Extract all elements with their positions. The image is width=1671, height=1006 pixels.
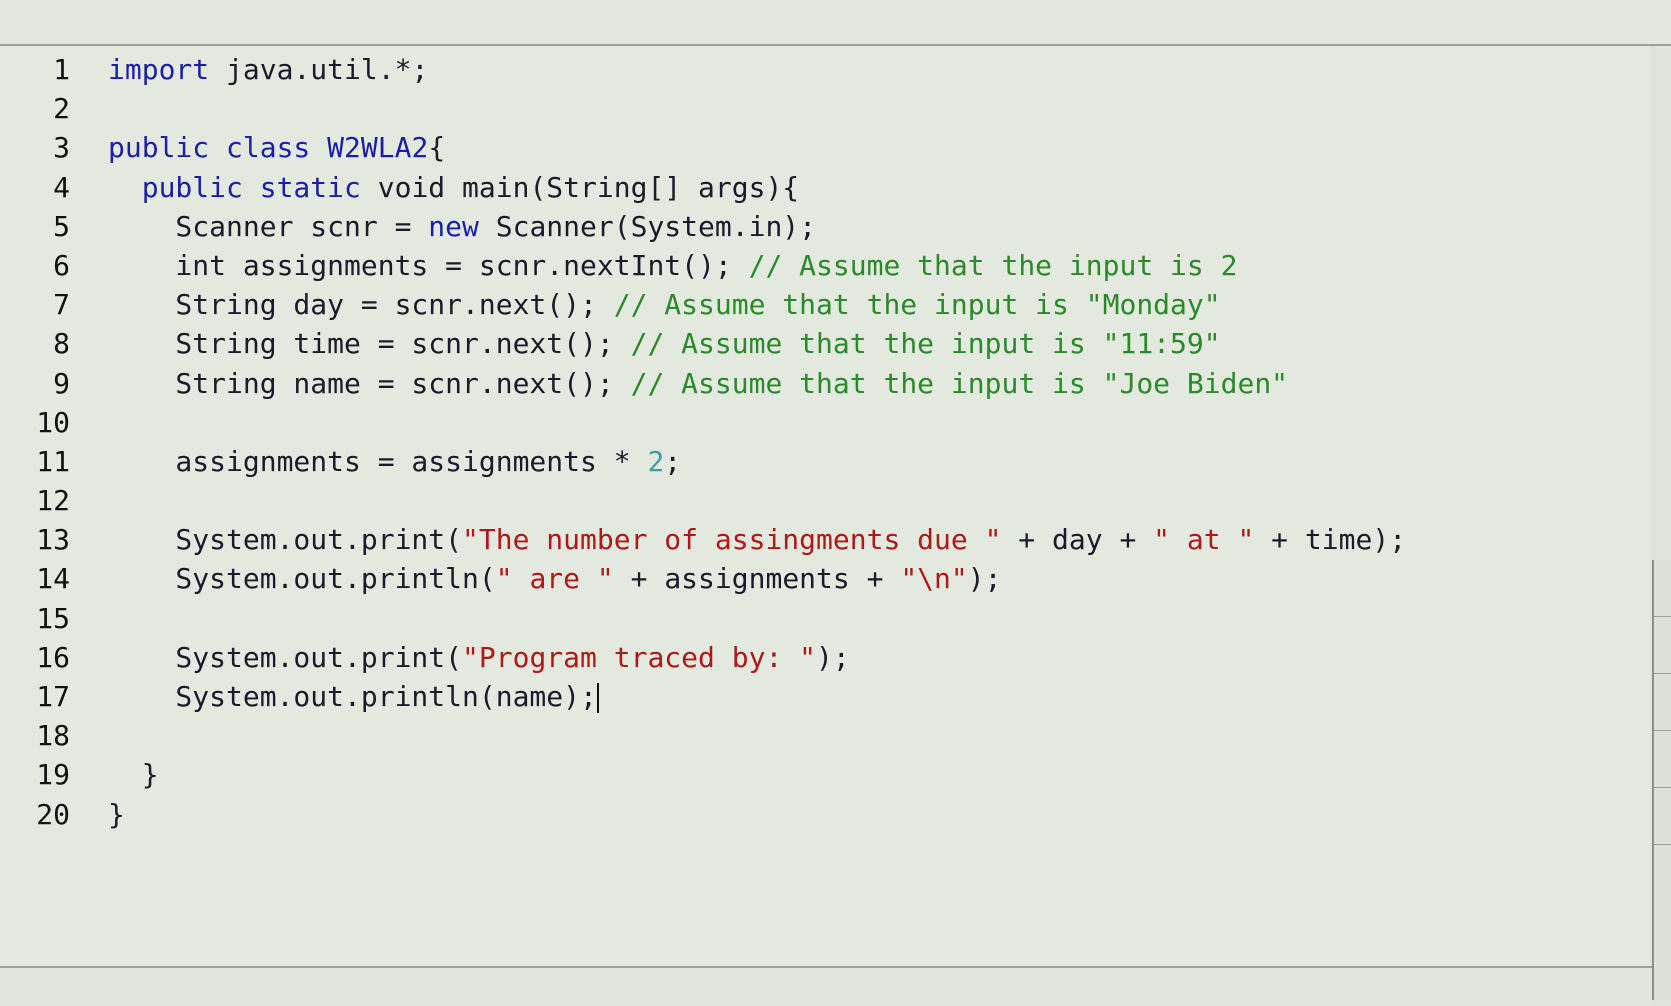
code-line[interactable]: assignments = assignments * 2; (108, 442, 1650, 481)
comment-token: // Assume that the input is 2 (748, 248, 1238, 282)
side-panel (1652, 560, 1671, 1000)
code-line[interactable]: String name = scnr.next(); // Assume tha… (108, 364, 1650, 403)
keyword-token: W2WLA2 (327, 131, 429, 165)
line-number: 16 (36, 640, 70, 674)
keyword-token: public class (108, 131, 311, 165)
code-token: ; (664, 444, 682, 478)
code-token: assignments = assignments * (108, 444, 648, 478)
code-editor[interactable]: 1 2 3 4 5 6 7 8 9 10 11 12 13 14 15 16 17 18 19 20 import j… (0, 46, 1650, 966)
code-token: String day = scnr.next(); (108, 288, 614, 322)
comment-token: // Assume that the input is "Monday" (613, 288, 1221, 322)
keyword-token: new (428, 209, 479, 243)
editor-top-bar (0, 0, 1671, 46)
string-token: " are " (495, 562, 614, 596)
code-token: + assignments + (613, 562, 901, 596)
code-line[interactable]: public static void main(String[] args){ (108, 168, 1650, 207)
code-line[interactable]: public class W2WLA2{ (108, 128, 1650, 167)
line-number: 2 (53, 92, 70, 126)
code-line[interactable]: int assignments = scnr.nextInt(); // Ass… (108, 246, 1650, 285)
line-number-gutter: 1 2 3 4 5 6 7 8 9 10 11 12 13 14 15 16 17 18 19 20 (20, 46, 76, 834)
code-token: } (108, 797, 125, 831)
code-token: System.out.print( (108, 640, 463, 674)
code-line[interactable]: } (108, 795, 1650, 834)
code-token: String name = scnr.next(); (108, 366, 631, 400)
code-area[interactable]: import java.util.*; public class W2WLA2{ … (108, 50, 1650, 834)
line-number: 11 (36, 444, 70, 478)
code-token: { (428, 131, 446, 165)
keyword-token: public static (141, 170, 361, 204)
code-line[interactable]: String day = scnr.next(); // Assume that… (108, 285, 1650, 324)
side-panel-button[interactable] (1654, 731, 1671, 788)
number-token: 2 (647, 444, 665, 478)
code-line[interactable] (108, 599, 1650, 638)
side-panel-button[interactable] (1654, 560, 1671, 617)
side-panel-button[interactable] (1654, 788, 1671, 845)
string-token: " at " (1153, 523, 1255, 557)
code-token: ); (967, 562, 1002, 596)
code-line[interactable]: System.out.println(name); (108, 677, 1650, 716)
code-line[interactable] (108, 89, 1650, 128)
code-line[interactable] (108, 716, 1650, 755)
code-token: System.out.println( (108, 562, 496, 596)
side-panel-button[interactable] (1654, 674, 1671, 731)
line-number: 4 (53, 170, 70, 204)
string-token: "\n" (900, 562, 968, 596)
line-number: 6 (53, 248, 70, 282)
code-token: ); (816, 640, 850, 674)
editor-bottom-bar (0, 966, 1652, 1006)
line-number: 14 (36, 562, 70, 596)
code-token: Scanner scnr = (108, 209, 429, 243)
line-number: 7 (53, 288, 70, 322)
code-line[interactable] (108, 481, 1650, 520)
code-line[interactable]: String time = scnr.next(); // Assume tha… (108, 324, 1650, 363)
line-number: 9 (53, 366, 70, 400)
code-token: int assignments = scnr.nextInt(); (108, 248, 749, 282)
line-number: 17 (36, 680, 70, 713)
line-number: 20 (36, 797, 70, 831)
line-number: 3 (53, 131, 70, 165)
string-token: "The number of assingments due " (462, 523, 1002, 557)
comment-token: // Assume that the input is "Joe Biden" (630, 366, 1289, 400)
line-number: 10 (36, 405, 70, 439)
line-number: 1 (53, 53, 70, 86)
code-token: java.util.*; (209, 53, 429, 86)
line-number: 12 (36, 484, 70, 518)
line-number: 5 (53, 209, 70, 243)
code-line[interactable]: Scanner scnr = new Scanner(System.in); (108, 207, 1650, 246)
code-token: System.out.print( (108, 523, 463, 557)
code-token: + time); (1254, 523, 1407, 557)
line-number: 18 (36, 719, 70, 753)
text-cursor (596, 683, 599, 713)
line-number: 8 (53, 327, 70, 361)
code-token: } (108, 758, 159, 792)
code-token: + day + (1001, 523, 1154, 557)
code-line[interactable]: import java.util.*; (108, 50, 1650, 89)
side-panel-button[interactable] (1654, 617, 1671, 674)
line-number: 15 (36, 601, 70, 635)
code-line[interactable]: System.out.print("The number of assingme… (108, 520, 1650, 559)
code-line[interactable]: System.out.println(" are " + assignments… (108, 559, 1650, 598)
code-token: Scanner(System.in); (478, 209, 817, 243)
line-number: 19 (36, 758, 70, 792)
code-token: String time = scnr.next(); (108, 327, 631, 361)
comment-token: // Assume that the input is "11:59" (630, 327, 1221, 361)
code-line[interactable]: } (108, 755, 1650, 794)
string-token: "Program traced by: " (462, 640, 817, 674)
code-line[interactable] (108, 403, 1650, 442)
line-number: 13 (36, 523, 70, 557)
code-token: System.out.println(name); (108, 680, 597, 713)
code-line[interactable]: System.out.print("Program traced by: "); (108, 638, 1650, 677)
keyword-token: import (108, 53, 210, 86)
code-token: void main(String[] args){ (360, 170, 800, 204)
